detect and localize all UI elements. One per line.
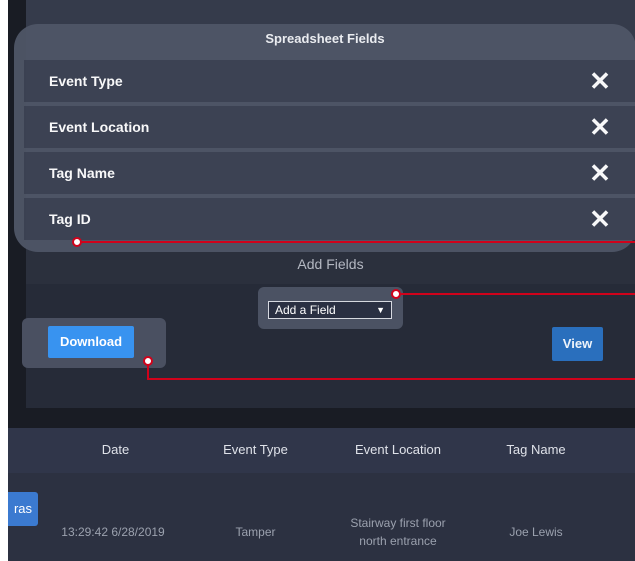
spreadsheet-fields-title: Spreadsheet Fields: [265, 31, 385, 46]
field-row-event-location: Event Location ✕: [24, 106, 635, 148]
events-table: Date Event Type Event Location Tag Name …: [8, 428, 635, 561]
callout-line-select: [400, 293, 635, 295]
download-button[interactable]: Download: [48, 326, 134, 358]
close-icon[interactable]: ✕: [588, 206, 612, 232]
chevron-down-icon: ▼: [376, 305, 385, 315]
column-header-tag-name[interactable]: Tag Name: [486, 442, 586, 457]
cell-event-location-line1: Stairway first floor: [350, 516, 446, 530]
spreadsheet-fields-card: Spreadsheet Fields Event Type ✕ Event Lo…: [14, 24, 635, 252]
cell-event-location-line2: north entrance: [359, 534, 437, 548]
callout-line-fields: [80, 241, 635, 243]
add-fields-label: Add Fields: [297, 256, 364, 272]
select-value: Add a Field: [275, 303, 336, 317]
side-tab[interactable]: ras: [8, 492, 38, 526]
field-label: Event Location: [49, 119, 150, 135]
field-label: Event Type: [49, 73, 123, 89]
table-header-row: Date Event Type Event Location Tag Name: [8, 428, 635, 473]
cell-tag-name: Joe Lewis: [509, 525, 563, 539]
column-header-event-location[interactable]: Event Location: [338, 442, 458, 457]
field-row-tag-id: Tag ID ✕: [24, 198, 635, 240]
column-header-event-type[interactable]: Event Type: [208, 442, 303, 457]
column-header-date[interactable]: Date: [68, 442, 163, 457]
close-icon[interactable]: ✕: [588, 160, 612, 186]
field-row-event-type: Event Type ✕: [24, 60, 635, 102]
field-row-tag-name: Tag Name ✕: [24, 152, 635, 194]
cell-date: 13:29:42 6/28/2019: [61, 525, 165, 539]
view-button[interactable]: View: [552, 327, 603, 361]
field-label: Tag ID: [49, 211, 91, 227]
field-label: Tag Name: [49, 165, 115, 181]
callout-line-download: [147, 378, 635, 380]
add-field-highlight: Add a Field ▼: [258, 287, 403, 329]
close-icon[interactable]: ✕: [588, 114, 612, 140]
cell-event-type: Tamper: [235, 525, 276, 539]
add-field-select[interactable]: Add a Field ▼: [268, 301, 392, 319]
close-icon[interactable]: ✕: [588, 68, 612, 94]
